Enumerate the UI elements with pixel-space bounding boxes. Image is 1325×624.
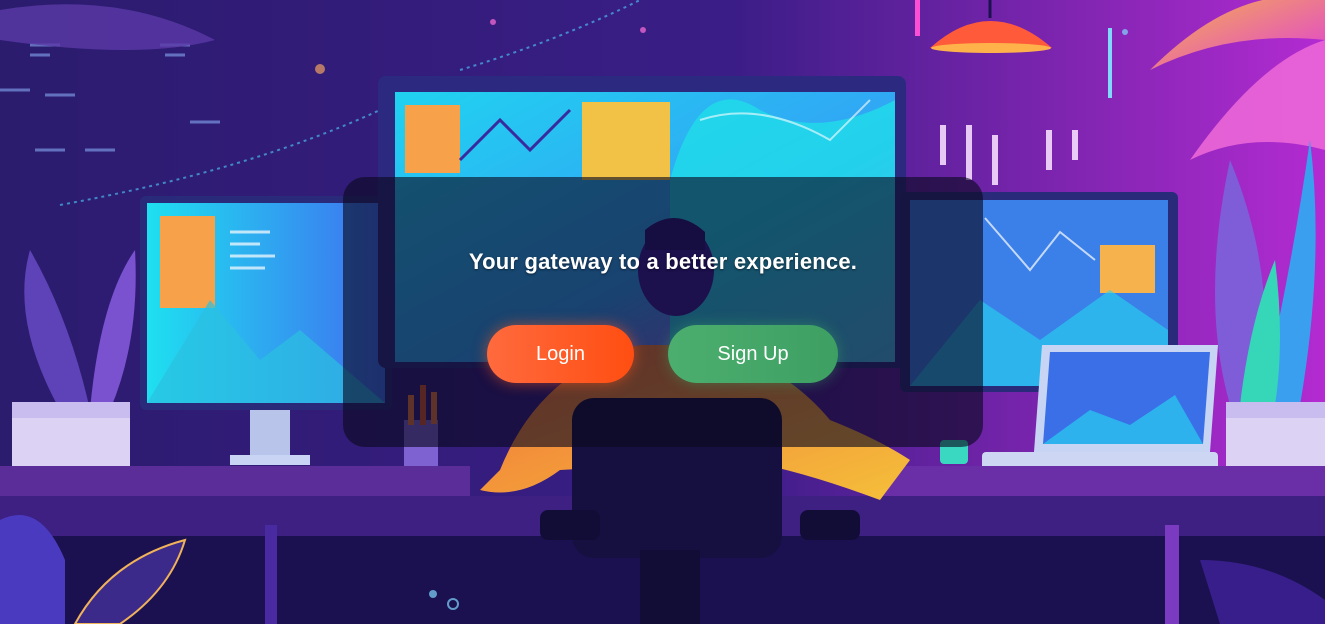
hero-overlay-panel: Your gateway to a better experience. Log… — [343, 177, 983, 447]
hero-tagline: Your gateway to a better experience. — [468, 249, 858, 274]
login-button[interactable]: Login — [487, 325, 634, 383]
signup-button[interactable]: Sign Up — [668, 325, 838, 383]
